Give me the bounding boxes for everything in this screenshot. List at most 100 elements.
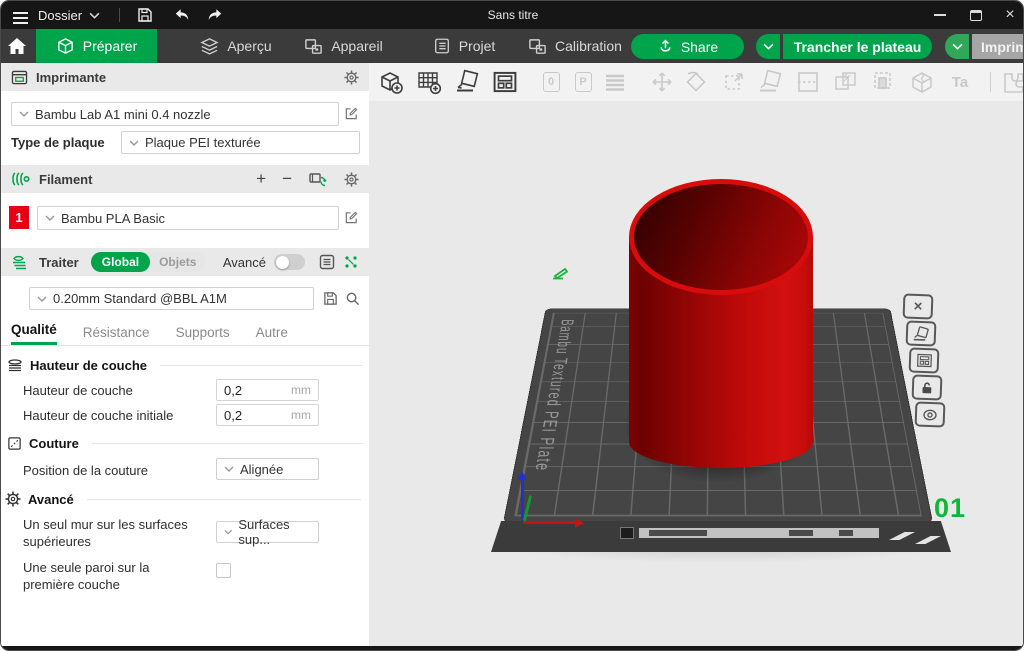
mesh-boolean-icon[interactable] xyxy=(831,67,861,97)
advanced-toggle[interactable] xyxy=(274,254,305,270)
filament-spool-icon xyxy=(11,171,31,187)
printer-section-header: Imprimante xyxy=(1,63,369,91)
layer-height-input[interactable]: 0,2 mm xyxy=(216,379,319,401)
chevron-down-icon xyxy=(19,111,29,117)
settings-tabbar: Qualité Résistance Supports Autre xyxy=(1,319,369,346)
setting-label: Une seule paroi sur la première couche xyxy=(23,559,188,593)
process-layers-icon xyxy=(11,254,31,270)
share-upload-icon xyxy=(657,38,674,55)
plate-front-edge xyxy=(491,521,951,552)
ams-sync-icon[interactable] xyxy=(308,171,328,187)
save-preset-icon[interactable] xyxy=(323,291,338,306)
tab-preview[interactable]: Aperçu xyxy=(186,29,286,63)
toolbar-divider xyxy=(990,72,991,92)
filament-select[interactable]: Bambu PLA Basic xyxy=(37,206,339,230)
model-cylinder[interactable] xyxy=(629,179,813,469)
scale-icon[interactable] xyxy=(719,67,749,97)
tab-other[interactable]: Autre xyxy=(256,325,288,345)
print-button[interactable]: Imprim xyxy=(972,34,1024,59)
arrange-icon[interactable] xyxy=(490,67,520,97)
title-bar: Dossier Sans titre × xyxy=(1,1,1024,29)
window-bottom-edge xyxy=(1,646,1024,651)
scope-objects-chip[interactable]: Objets xyxy=(150,255,205,269)
process-preset-select[interactable]: 0.20mm Standard @BBL A1M xyxy=(29,287,314,310)
calibration-icon xyxy=(528,37,547,56)
preset-list-icon[interactable] xyxy=(319,254,335,270)
split-object-icon[interactable] xyxy=(907,67,937,97)
remove-filament-button[interactable]: − xyxy=(282,169,292,189)
filament-edit-icon[interactable] xyxy=(344,210,359,225)
home-icon[interactable] xyxy=(7,37,27,55)
plate-flip-arrow xyxy=(915,536,941,544)
search-settings-icon[interactable] xyxy=(345,291,360,306)
variable-layer-icon[interactable] xyxy=(600,67,630,97)
project-list-icon xyxy=(433,37,451,55)
move-icon[interactable] xyxy=(647,67,677,97)
maximize-button[interactable] xyxy=(961,1,991,29)
plate-number-label: 01 xyxy=(934,493,966,524)
tab-calibration[interactable]: Calibration xyxy=(516,29,634,63)
window-title: Sans titre xyxy=(1,8,1024,22)
layers-icon xyxy=(200,37,219,56)
chevron-down-icon xyxy=(129,140,139,146)
plate-type-select[interactable]: Plaque PEI texturée xyxy=(121,131,360,154)
tab-project[interactable]: Projet xyxy=(419,29,509,63)
single-wall-top-select[interactable]: Surfaces sup... xyxy=(216,521,319,543)
advanced-label: Avancé xyxy=(223,255,266,270)
slice-dropdown-button[interactable] xyxy=(756,34,780,59)
add-plate-icon[interactable] xyxy=(414,67,444,97)
text-tool-icon[interactable]: Ta xyxy=(945,67,975,97)
print-dropdown-button[interactable] xyxy=(945,34,969,59)
minimize-button[interactable] xyxy=(925,1,955,29)
filament-settings-gear-icon[interactable] xyxy=(344,172,359,187)
process-scope-toggle[interactable]: Global Objets xyxy=(91,252,206,272)
advanced-section: Avancé xyxy=(5,491,361,507)
viewport-3d[interactable]: 0 P xyxy=(369,63,1024,646)
device-icon xyxy=(304,37,323,56)
axis-z-arrow xyxy=(517,471,527,480)
advanced-gear-icon xyxy=(5,491,21,507)
layer-height-section: Hauteur de couche xyxy=(7,358,363,373)
add-model-icon[interactable] xyxy=(376,67,406,97)
seam-position-select[interactable]: Alignée xyxy=(216,458,319,480)
printer-icon xyxy=(11,70,28,85)
setting-label: Hauteur de couche xyxy=(23,383,133,398)
tab-quality[interactable]: Qualité xyxy=(11,322,57,345)
objects-params-icon[interactable] xyxy=(343,254,359,270)
cut-icon[interactable] xyxy=(793,67,823,97)
process-section-header: Traiter Global Objets Avancé xyxy=(1,248,369,276)
auto-orient-icon[interactable] xyxy=(452,67,482,97)
printer-select[interactable]: Bambu Lab A1 mini 0.4 nozzle xyxy=(11,102,339,126)
setting-label: Un seul mur sur les surfaces supérieures xyxy=(23,516,208,550)
paste-icon[interactable]: P xyxy=(568,67,598,97)
plate-arrange-button[interactable] xyxy=(909,347,940,373)
assembly-icon[interactable] xyxy=(999,67,1024,97)
cylinder-opening xyxy=(629,179,813,295)
plate-orient-button[interactable] xyxy=(906,320,937,346)
tab-prepare[interactable]: Préparer xyxy=(36,29,157,63)
plate-label-strip xyxy=(639,528,879,538)
filament-slot-badge[interactable]: 1 xyxy=(9,206,29,229)
slice-plate-button[interactable]: Trancher le plateau xyxy=(783,34,932,59)
layer-height-icon xyxy=(7,359,23,373)
seam-icon xyxy=(7,436,22,451)
add-filament-button[interactable]: + xyxy=(256,169,266,189)
single-wall-first-layer-checkbox[interactable] xyxy=(216,563,231,578)
lay-on-face-icon[interactable] xyxy=(755,67,785,97)
hollow-icon[interactable] xyxy=(869,67,899,97)
share-button[interactable]: Share xyxy=(631,34,744,59)
printer-settings-gear-icon[interactable] xyxy=(344,70,359,85)
initial-layer-height-input[interactable]: 0,2 mm xyxy=(216,404,319,426)
printer-edit-icon[interactable] xyxy=(344,106,359,121)
scope-global-chip[interactable]: Global xyxy=(91,252,150,272)
plate-delete-button[interactable]: × xyxy=(903,293,934,319)
copy-icon[interactable]: 0 xyxy=(536,67,566,97)
tab-device[interactable]: Appareil xyxy=(291,29,396,63)
plate-lock-button[interactable] xyxy=(912,374,943,400)
plate-rename-pencil-icon[interactable] xyxy=(551,266,571,280)
close-button[interactable]: × xyxy=(995,1,1024,29)
rotate-icon[interactable] xyxy=(681,67,711,97)
plate-settings-button[interactable] xyxy=(915,401,946,427)
tab-strength[interactable]: Résistance xyxy=(83,325,150,345)
tab-supports[interactable]: Supports xyxy=(176,325,230,345)
